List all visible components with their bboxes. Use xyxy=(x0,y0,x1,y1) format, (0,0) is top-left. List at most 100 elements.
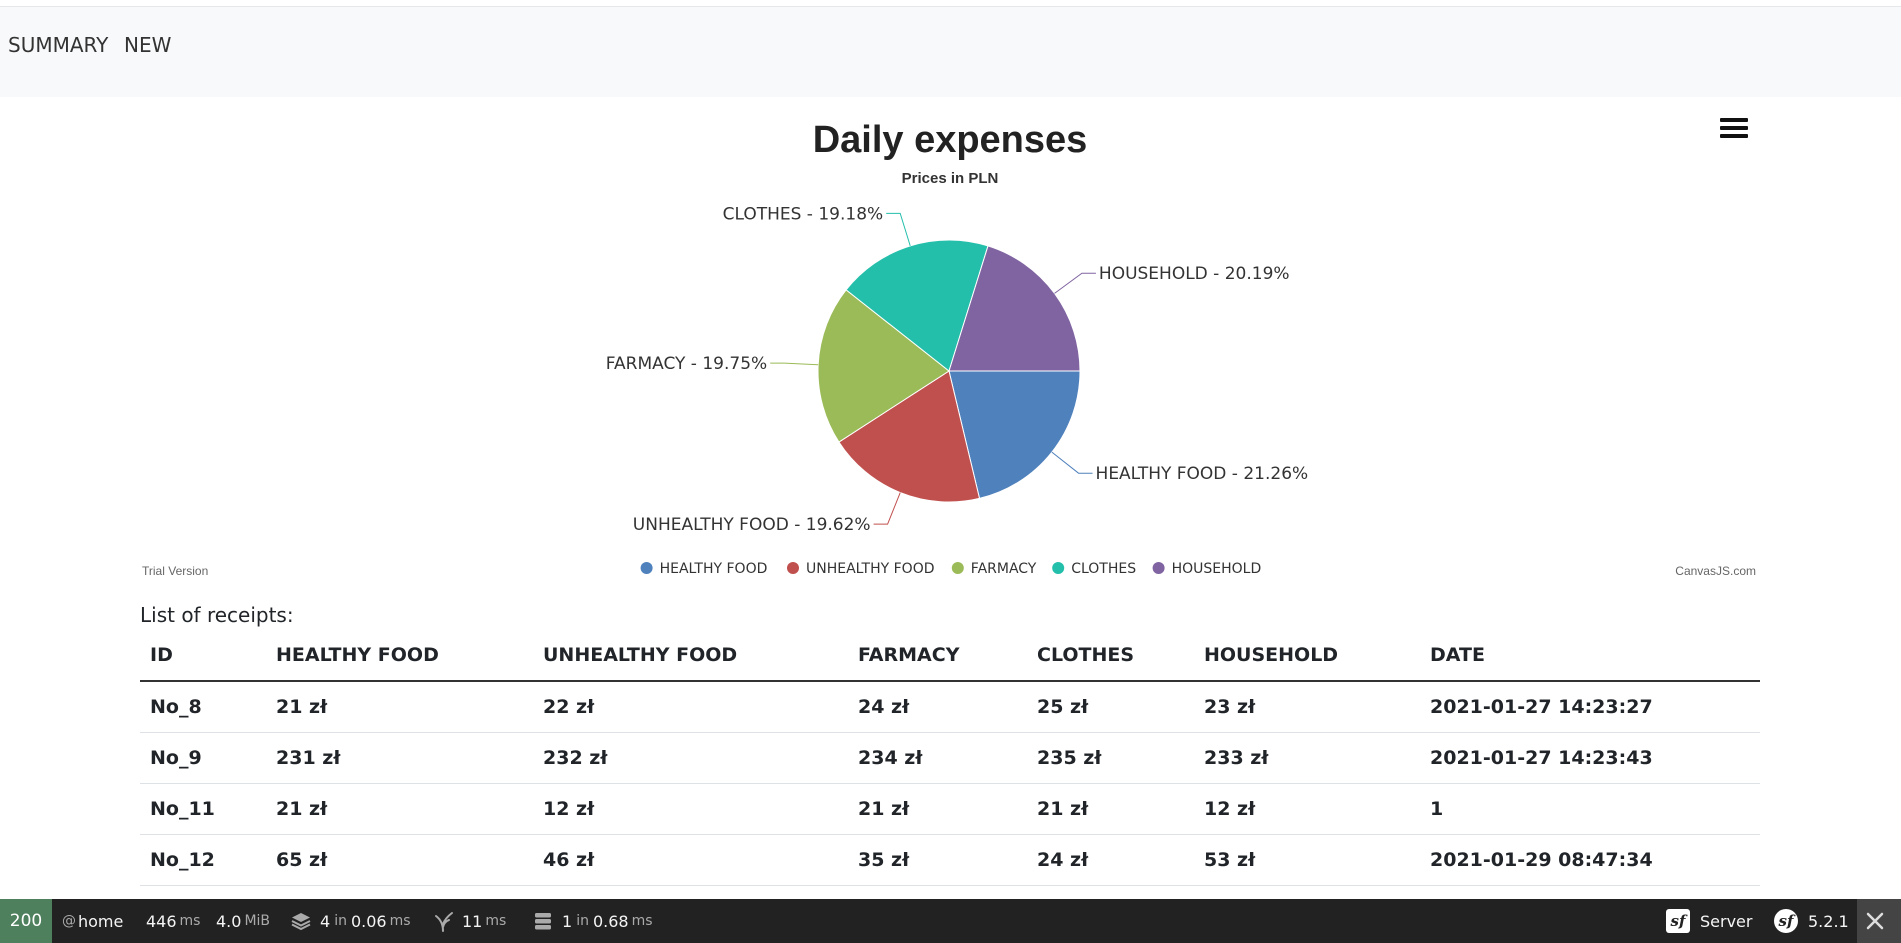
forms-count: 4 xyxy=(320,911,331,931)
legend-item-clothes[interactable]: CLOTHES xyxy=(1052,561,1136,577)
database-icon xyxy=(535,913,551,930)
table-row: No_12 65 zł 46 zł 35 zł 24 zł 53 zł 2021… xyxy=(140,834,1760,886)
cell-clothes: 235 zł xyxy=(1027,732,1194,784)
cell-healthy-food: 231 zł xyxy=(266,732,533,784)
cell-id: No_12 xyxy=(140,834,266,886)
cell-unhealthy-food: 22 zł xyxy=(533,681,848,733)
label-connector xyxy=(873,492,901,525)
label-connector xyxy=(886,212,911,247)
close-toolbar-button[interactable] xyxy=(1857,899,1901,943)
legend-label: HOUSEHOLD xyxy=(1172,561,1262,577)
cell-farmacy: 234 zł xyxy=(848,732,1027,784)
database-panel[interactable]: 1 in 0.68 ms xyxy=(532,899,653,943)
cell-household: 23 zł xyxy=(1194,681,1420,733)
slice-index-label: HOUSEHOLD - 20.19% xyxy=(1099,264,1290,284)
legend-marker xyxy=(1152,562,1165,574)
time-unit: ms xyxy=(179,913,201,929)
chart-legend: HEALTHY FOOD UNHEALTHY FOOD FARMACY CLOTHES… xyxy=(640,561,1262,577)
symfony-version: 5.2.1 xyxy=(1808,911,1849,931)
cell-date: 2021-01-27 14:23:27 xyxy=(1420,681,1760,733)
twig-unit: ms xyxy=(485,913,507,929)
slice-index-label: HEALTHY FOOD - 21.26% xyxy=(1096,464,1309,484)
cell-healthy-food: 21 zł xyxy=(266,783,533,835)
table-row: No_9 231 zł 232 zł 234 zł 235 zł 233 zł … xyxy=(140,732,1760,784)
chart-subtitle: Prices in PLN xyxy=(902,170,999,187)
table-row: No_8 21 zł 22 zł 24 zł 25 zł 23 zł 2021-… xyxy=(140,681,1760,733)
label-connector xyxy=(1051,451,1093,474)
memory-unit: MiB xyxy=(244,913,271,929)
db-unit: ms xyxy=(631,913,653,929)
hamburger-menu-icon[interactable] xyxy=(1720,118,1748,144)
chart-canvas: Daily expenses Prices in PLN HEALTHY FOO… xyxy=(142,119,1756,578)
time-value: 446 xyxy=(146,911,177,931)
legend-label: UNHEALTHY FOOD xyxy=(806,561,935,577)
chart-title: Daily expenses xyxy=(813,119,1088,161)
status-code-badge[interactable]: 200 xyxy=(0,899,52,943)
table-header-row: ID HEALTHY FOOD UNHEALTHY FOOD FARMACY C… xyxy=(140,630,1760,682)
legend-item-healthy-food[interactable]: HEALTHY FOOD xyxy=(640,561,768,577)
legend-marker xyxy=(787,562,799,574)
forms-time: 0.06 xyxy=(350,911,387,931)
symfony-icon: sf xyxy=(1774,909,1798,933)
memory-panel[interactable]: 4.0 MiB xyxy=(216,899,270,943)
cell-id: No_9 xyxy=(140,732,266,784)
legend-item-household[interactable]: HOUSEHOLD xyxy=(1152,561,1262,577)
nav-summary-link[interactable]: SUMMARY xyxy=(8,33,108,57)
table-row: No_11 21 zł 12 zł 21 zł 21 zł 12 zł 1 xyxy=(140,783,1760,835)
cell-clothes: 21 zł xyxy=(1027,783,1194,835)
cell-clothes: 25 zł xyxy=(1027,681,1194,733)
label-connector xyxy=(770,362,819,366)
close-icon xyxy=(1866,912,1884,930)
version-panel[interactable]: sf 5.2.1 xyxy=(1774,899,1849,943)
cell-farmacy: 21 zł xyxy=(848,783,1027,835)
forms-panel[interactable]: 4 in 0.06 ms xyxy=(290,899,411,943)
db-count: 1 xyxy=(562,911,573,931)
legend-marker xyxy=(951,562,964,574)
legend-marker xyxy=(640,562,653,574)
legend-item-unhealthy-food[interactable]: UNHEALTHY FOOD xyxy=(787,561,935,577)
col-header: HEALTHY FOOD xyxy=(266,630,533,682)
cell-date: 2021-01-27 14:23:43 xyxy=(1420,732,1760,784)
top-border xyxy=(0,0,1901,7)
memory-value: 4.0 xyxy=(216,911,242,931)
cell-unhealthy-food: 232 zł xyxy=(533,732,848,784)
cell-healthy-food: 65 zł xyxy=(266,834,533,886)
route-panel[interactable]: @ home xyxy=(62,899,123,943)
legend-item-farmacy[interactable]: FARMACY xyxy=(951,561,1037,577)
twig-panel[interactable]: 11 ms xyxy=(434,899,506,943)
cell-healthy-food: 21 zł xyxy=(266,681,533,733)
db-time: 0.68 xyxy=(592,911,629,931)
cell-date: 2021-01-29 08:47:34 xyxy=(1420,834,1760,886)
canvasjs-credit-link[interactable]: CanvasJS.com xyxy=(1675,564,1756,578)
cell-unhealthy-food: 12 zł xyxy=(533,783,848,835)
status-code: 200 xyxy=(9,911,43,931)
receipts-heading: List of receipts: xyxy=(140,603,294,627)
nav-new-link[interactable]: NEW xyxy=(124,33,171,57)
slice-index-label: UNHEALTHY FOOD - 19.62% xyxy=(633,515,871,535)
time-panel[interactable]: 446 ms xyxy=(146,899,200,943)
pie-chart: Daily expenses Prices in PLN HEALTHY FOO… xyxy=(136,100,1764,590)
cell-farmacy: 24 zł xyxy=(848,681,1027,733)
cell-household: 12 zł xyxy=(1194,783,1420,835)
col-header: FARMACY xyxy=(848,630,1027,682)
cell-unhealthy-food: 46 zł xyxy=(533,834,848,886)
cell-farmacy: 35 zł xyxy=(848,834,1027,886)
slice-index-label: FARMACY - 19.75% xyxy=(606,354,767,374)
cell-clothes: 24 zł xyxy=(1027,834,1194,886)
pie-slices xyxy=(817,239,1081,503)
col-header: UNHEALTHY FOOD xyxy=(533,630,848,682)
legend-marker xyxy=(1052,562,1065,574)
route-prefix: @ xyxy=(62,913,76,929)
server-panel[interactable]: sf Server xyxy=(1666,899,1752,943)
legend-label: FARMACY xyxy=(971,561,1037,577)
legend-label: CLOTHES xyxy=(1071,561,1136,577)
label-connector xyxy=(1054,272,1096,294)
cell-household: 233 zł xyxy=(1194,732,1420,784)
server-label: Server xyxy=(1700,911,1753,931)
col-header: DATE xyxy=(1420,630,1760,682)
cell-id: No_11 xyxy=(140,783,266,835)
symfony-server-icon: sf xyxy=(1666,909,1690,933)
slice-index-label: CLOTHES - 19.18% xyxy=(723,204,884,224)
layers-icon xyxy=(291,913,311,931)
cell-date: 1 xyxy=(1420,783,1760,835)
